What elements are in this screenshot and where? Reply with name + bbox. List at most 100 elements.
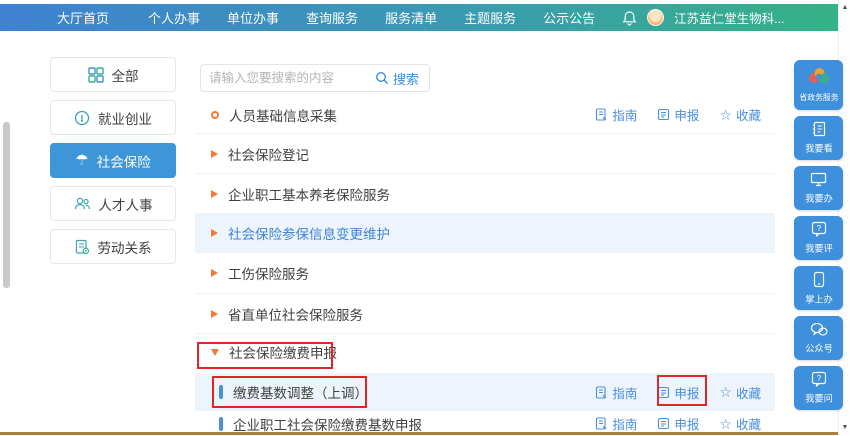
sidebar-item-employment[interactable]: 就业创业 <box>50 100 176 135</box>
bell-icon[interactable] <box>622 10 637 26</box>
nav-item-announcement[interactable]: 公示公告 <box>543 4 595 31</box>
expand-arrow-icon <box>211 349 219 356</box>
service-title: 企业职工基本养老保险服务 <box>228 184 390 204</box>
service-row-provincial-unit[interactable]: 省直单位社会保险服务 <box>195 293 775 333</box>
search-input[interactable] <box>201 71 371 85</box>
declare-link[interactable]: 申报 <box>657 414 699 433</box>
service-row-base-adjust-up[interactable]: 缴费基数调整（上调） 指南 申报 ☆ 收藏 <box>195 373 775 411</box>
bar-marker-icon <box>219 385 223 399</box>
provincial-logo-icon <box>807 66 831 86</box>
search-icon <box>375 71 389 85</box>
scroll-up-icon[interactable]: ▲ <box>839 4 850 12</box>
wechat-icon <box>810 322 828 337</box>
service-row-registration[interactable]: 社会保险登记 <box>195 133 775 173</box>
svg-text:?: ? <box>816 374 821 383</box>
rail-official-account[interactable]: 公众号 <box>794 316 843 360</box>
sidebar-item-social-insurance[interactable]: ☂ 社会保险 <box>50 143 176 178</box>
nav-item-personal[interactable]: 个人办事 <box>148 4 200 31</box>
row-actions: 指南 申报 ☆ 收藏 <box>595 414 775 433</box>
guide-label: 指南 <box>612 105 637 124</box>
declare-label: 申报 <box>674 105 699 124</box>
scroll-down-icon[interactable]: ▼ <box>839 424 850 432</box>
guide-icon <box>595 417 608 430</box>
people-icon <box>74 196 91 211</box>
category-sidebar: 全部 就业创业 ☂ 社会保险 人才人事 劳动关系 <box>50 57 176 272</box>
row-actions: 指南 申报 ☆ 收藏 <box>595 383 775 402</box>
declare-label: 申报 <box>674 414 699 433</box>
sidebar-item-all[interactable]: 全部 <box>50 57 176 92</box>
search-button[interactable]: 搜索 <box>371 69 429 88</box>
nav-item-home[interactable]: 大厅首页 <box>57 4 109 31</box>
rail-mobile-handle[interactable]: 掌上办 <box>794 266 843 310</box>
bar-marker-icon <box>219 417 223 431</box>
rail-i-want-to-handle[interactable]: 我要办 <box>794 166 843 210</box>
user-avatar[interactable] <box>647 9 664 26</box>
service-title: 缴费基数调整（上调） <box>233 382 368 402</box>
sidebar-item-label: 人才人事 <box>99 194 153 214</box>
scrollbar-thumb[interactable] <box>3 122 10 288</box>
favorite-link[interactable]: ☆ 收藏 <box>719 414 761 433</box>
nav-item-service-list[interactable]: 服务清单 <box>385 4 437 31</box>
declare-label: 申报 <box>674 383 699 402</box>
top-navbar: 大厅首页 个人办事 单位办事 查询服务 服务清单 主题服务 公示公告 江苏益仁堂… <box>0 4 838 31</box>
guide-label: 指南 <box>612 383 637 402</box>
sidebar-item-label: 全部 <box>112 65 139 85</box>
favorite-label: 收藏 <box>736 105 761 124</box>
declare-link[interactable]: 申报 <box>657 383 699 402</box>
rail-label: 我要看 <box>805 141 833 155</box>
rail-provincial-services[interactable]: 省政务服务 <box>794 60 843 110</box>
notebook-icon <box>811 121 827 137</box>
service-row-basic-info[interactable]: 人员基础信息采集 指南 申报 ☆ 收藏 <box>195 96 775 133</box>
favorite-link[interactable]: ☆ 收藏 <box>719 105 761 124</box>
service-row-pension[interactable]: 企业职工基本养老保险服务 <box>195 173 775 213</box>
rail-i-want-to-review[interactable]: ? 我要评 <box>794 216 843 260</box>
rail-label: 掌上办 <box>805 291 833 305</box>
collapse-arrow-icon <box>211 190 218 198</box>
sidebar-item-labor[interactable]: 劳动关系 <box>50 229 176 264</box>
nav-item-query[interactable]: 查询服务 <box>306 4 358 31</box>
favorite-label: 收藏 <box>736 383 761 402</box>
favorite-link[interactable]: ☆ 收藏 <box>719 383 761 402</box>
sidebar-item-talent[interactable]: 人才人事 <box>50 186 176 221</box>
guide-link[interactable]: 指南 <box>595 414 637 433</box>
question-icon: ? <box>811 371 827 387</box>
service-title: 省直单位社会保险服务 <box>228 304 363 324</box>
search-button-label: 搜索 <box>393 69 419 88</box>
comment-question-icon: ? <box>811 221 827 237</box>
grid-icon <box>88 67 104 83</box>
service-row-payment-declare[interactable]: 社会保险缴费申报 <box>195 333 775 370</box>
collapse-arrow-icon <box>211 150 218 158</box>
row-actions: 指南 申报 ☆ 收藏 <box>595 105 775 124</box>
declare-icon <box>657 108 670 121</box>
star-icon: ☆ <box>719 417 732 431</box>
declare-link[interactable]: 申报 <box>657 105 699 124</box>
rail-i-want-to-read[interactable]: 我要看 <box>794 116 843 160</box>
sidebar-item-label: 就业创业 <box>98 108 152 128</box>
search-box: 搜索 <box>200 64 430 92</box>
service-title: 社会保险参保信息变更维护 <box>228 223 390 243</box>
nav-item-unit[interactable]: 单位办事 <box>227 4 279 31</box>
guide-icon <box>595 108 608 121</box>
sidebar-item-label: 社会保险 <box>97 151 151 171</box>
umbrella-icon: ☂ <box>75 153 88 168</box>
service-row-info-change[interactable]: 社会保险参保信息变更维护 <box>195 213 775 253</box>
nav-item-theme[interactable]: 主题服务 <box>464 4 516 31</box>
svg-text:?: ? <box>816 224 821 233</box>
startup-icon <box>74 110 90 126</box>
labor-doc-icon <box>75 239 90 255</box>
user-name[interactable]: 江苏益仁堂生物科... <box>674 8 784 27</box>
rail-i-want-to-ask[interactable]: ? 我要问 <box>794 366 843 410</box>
bottom-divider <box>0 432 850 435</box>
sidebar-item-label: 劳动关系 <box>98 237 152 257</box>
monitor-icon <box>810 172 827 187</box>
guide-link[interactable]: 指南 <box>595 383 637 402</box>
service-row-injury[interactable]: 工伤保险服务 <box>195 253 775 293</box>
star-icon: ☆ <box>719 108 732 122</box>
guide-link[interactable]: 指南 <box>595 105 637 124</box>
collapse-arrow-icon <box>211 229 218 237</box>
rail-label: 公众号 <box>805 340 833 354</box>
service-title: 人员基础信息采集 <box>229 105 337 125</box>
guide-label: 指南 <box>612 414 637 433</box>
phone-icon <box>813 271 825 288</box>
favorite-label: 收藏 <box>736 414 761 433</box>
